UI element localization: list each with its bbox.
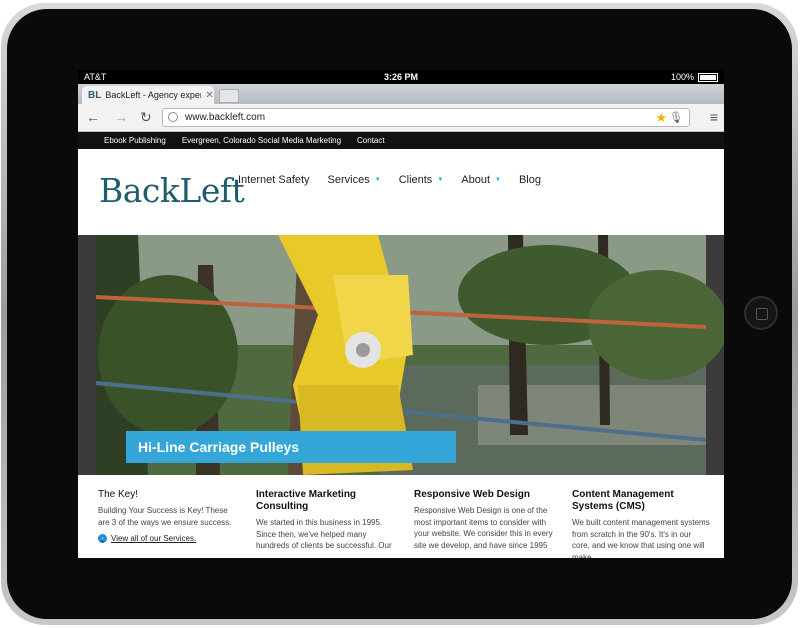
caret-down-icon: ▼ [495, 177, 501, 183]
close-tab-icon[interactable]: ✕ [205, 90, 213, 101]
services-section: The Key! Building Your Success is Key! T… [78, 475, 724, 558]
nav-label: Blog [518, 174, 541, 186]
link-label: View all of our Services. [111, 534, 197, 544]
column-interactive-marketing: Interactive Marketing Consulting We star… [256, 489, 396, 552]
column-title: Interactive Marketing Consulting [256, 489, 357, 512]
globe-icon [168, 112, 178, 122]
address-bar[interactable]: www.backleft.com ★ 🎙 [162, 108, 690, 127]
site-logo[interactable]: BackLeft [99, 171, 245, 210]
arrow-circle-icon: › [98, 534, 107, 544]
new-tab-button[interactable] [219, 89, 239, 103]
column-responsive-web-design: Responsive Web Design Responsive Web Des… [414, 489, 554, 551]
favicon-icon: BL [88, 89, 102, 101]
utility-link-contact[interactable]: Contact [357, 136, 385, 145]
nav-label: Clients [398, 174, 433, 186]
main-nav: Internet Safety Services ▼ Clients ▼ Abo… [238, 174, 559, 186]
tab-strip: BL BackLeft - Agency expertise ✕ [78, 84, 724, 104]
view-services-link[interactable]: › View all of our Services. [98, 533, 236, 545]
nav-label: Internet Safety [238, 174, 310, 186]
column-title: Responsive Web Design [414, 489, 530, 500]
caret-down-icon: ▼ [437, 177, 444, 183]
url-text[interactable]: www.backleft.com [185, 112, 265, 123]
utility-link-ebook[interactable]: Ebook Publishing [104, 136, 166, 145]
status-bar: AT&T 3:26 PM 100% [78, 70, 724, 84]
column-title: Content Management Systems (CMS) [572, 489, 674, 512]
tab-title: BackLeft - Agency expertise [105, 90, 201, 100]
status-time: 3:26 PM [383, 72, 418, 82]
nav-item-internet-safety[interactable]: Internet Safety [238, 174, 310, 186]
hero-caption[interactable]: Hi-Line Carriage Pulleys [126, 431, 456, 463]
star-icon[interactable]: ★ [655, 110, 667, 126]
battery-percent: 100% [670, 72, 694, 82]
site-header: BackLeft Internet Safety Services ▼ Clie… [78, 149, 724, 235]
caret-down-icon: ▼ [374, 177, 381, 183]
column-body: Responsive Web Design is one of the most… [414, 506, 553, 550]
battery-indicator: 100% [671, 72, 718, 82]
utility-link-social-media[interactable]: Evergreen, Colorado Social Media Marketi… [182, 136, 341, 145]
forward-arrow-icon[interactable]: → [114, 110, 128, 124]
nav-item-about[interactable]: About ▼ [461, 174, 501, 186]
battery-icon [698, 72, 718, 82]
column-body: We built content management systems from… [572, 518, 710, 558]
hero-slider[interactable]: Hi-Line Carriage Pulleys [78, 235, 724, 475]
microphone-icon[interactable]: 🎙 [669, 111, 683, 124]
nav-item-services[interactable]: Services ▼ [328, 174, 381, 186]
browser-toolbar: ← → ↻ www.backleft.com ★ 🎙 ≡ [78, 104, 724, 132]
nav-label: Services [327, 174, 370, 186]
column-the-key: The Key! Building Your Success is Key! T… [98, 489, 236, 545]
menu-icon[interactable]: ≡ [710, 110, 718, 124]
ipad-screen: AT&T 3:26 PM 100% BL BackLeft - Agency e… [78, 70, 724, 558]
column-title: The Key! [98, 489, 139, 500]
column-body: We started in this business in 1995. Sin… [256, 518, 392, 551]
home-button[interactable] [744, 296, 778, 330]
column-body: Building Your Success is Key! These are … [98, 506, 232, 527]
reload-icon[interactable]: ↻ [140, 110, 152, 124]
column-cms: Content Management Systems (CMS) We buil… [572, 489, 710, 558]
back-arrow-icon[interactable]: ← [86, 110, 100, 124]
browser-tab[interactable]: BL BackLeft - Agency expertise ✕ [82, 86, 214, 104]
nav-item-blog[interactable]: Blog [519, 174, 541, 186]
nav-item-clients[interactable]: Clients ▼ [399, 174, 444, 186]
utility-nav: Ebook Publishing Evergreen, Colorado Soc… [78, 132, 724, 149]
nav-label: About [461, 174, 491, 186]
